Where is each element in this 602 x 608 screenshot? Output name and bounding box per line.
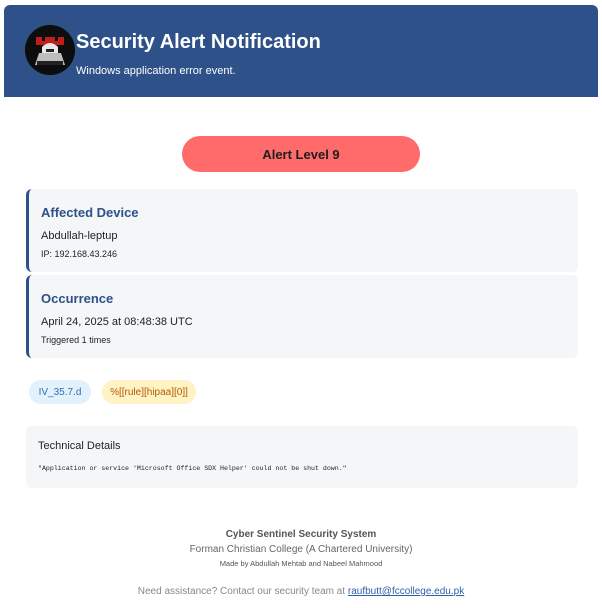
device-name: Abdullah-leptup [41, 230, 118, 242]
footer-college: Forman Christian College (A Chartered Un… [189, 544, 413, 555]
occurrence-heading: Occurrence [41, 291, 114, 306]
footer-org-name: Cyber Sentinel Security System [225, 529, 377, 540]
alert-level-badge: Alert Level 9 [182, 136, 420, 172]
affected-device-heading: Affected Device [41, 205, 139, 220]
page-subtitle: Windows application error event. [76, 65, 236, 77]
occurrence-count: Triggered 1 times [41, 335, 111, 345]
footer-credit: Made by Abdullah Mehtab and Nabeel Mahmo… [219, 559, 383, 568]
header-banner: Security Alert Notification Windows appl… [4, 5, 598, 97]
technical-details-panel: Technical Details "Application or servic… [26, 426, 578, 488]
compliance-tag: %[[rule][hipaa][0]] [102, 380, 196, 404]
technical-details-message: "Application or service 'Microsoft Offic… [38, 465, 347, 472]
rule-id-tag: IV_35.7.d [29, 380, 91, 404]
technical-details-heading: Technical Details [38, 440, 121, 452]
affected-device-card: Affected Device Abdullah-leptup IP: 192.… [26, 189, 578, 272]
cyber-sentinel-logo-icon [25, 25, 75, 75]
footer-assist-text: Need assistance? Contact our security te… [137, 586, 348, 597]
occurrence-card: Occurrence April 24, 2025 at 08:48:38 UT… [26, 275, 578, 358]
page-title: Security Alert Notification [76, 31, 321, 53]
occurrence-datetime: April 24, 2025 at 08:48:38 UTC [41, 316, 193, 328]
device-ip: IP: 192.168.43.246 [41, 249, 118, 259]
knight-shield-icon [25, 25, 75, 75]
footer-assistance: Need assistance? Contact our security te… [0, 586, 602, 597]
support-email-link[interactable]: raufbutt@fccollege.edu.pk [348, 586, 464, 597]
